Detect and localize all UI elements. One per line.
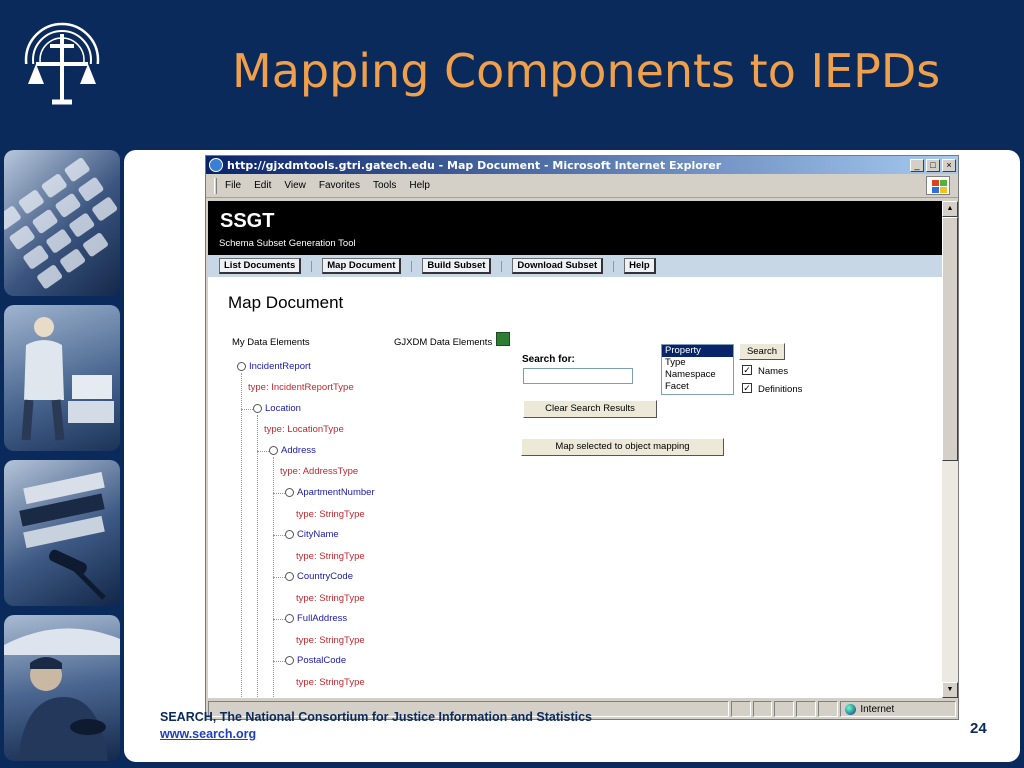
page-number: 24 (970, 720, 987, 737)
office-worker-photo (4, 305, 120, 451)
tree-connector (273, 619, 285, 620)
security-zone: Internet (840, 701, 957, 717)
tree-type-label: type: StringType (296, 635, 365, 646)
tree-connector (273, 577, 285, 578)
node-radio[interactable] (269, 446, 278, 455)
my-data-elements-label: My Data Elements (232, 337, 310, 348)
nav-bar: List Documents Map Document Build Subset… (208, 255, 942, 277)
node-radio[interactable] (285, 572, 294, 581)
globe-icon (845, 703, 857, 715)
nav-build-subset[interactable]: Build Subset (422, 258, 492, 274)
status-cell (774, 701, 795, 717)
status-cell (818, 701, 839, 717)
zone-label: Internet (860, 703, 895, 715)
map-selected-button[interactable]: Map selected to object mapping (521, 438, 724, 456)
menu-view[interactable]: View (284, 180, 306, 191)
browser-title: http://gjxdmtools.gtri.gatech.edu - Map … (227, 158, 722, 172)
ssgt-header: SSGT Schema Subset Generation Tool (208, 201, 942, 255)
search-label: Search for: (522, 354, 575, 365)
names-checkbox[interactable]: ✓ (742, 365, 752, 375)
toolbar-grip[interactable] (214, 177, 217, 194)
vertical-scrollbar[interactable]: ▲ ▼ (942, 201, 958, 698)
scroll-up-button[interactable]: ▲ (942, 201, 958, 217)
tree-connector (257, 451, 269, 452)
gjxdm-data-elements-label: GJXDM Data Elements (394, 337, 493, 348)
tree-node-incidentreport[interactable]: IncidentReport (237, 361, 311, 372)
tree-type-label: type: StringType (296, 509, 365, 520)
option-facet[interactable]: Facet (662, 381, 733, 393)
tree-node-apartmentnumber[interactable]: ApartmentNumber (285, 487, 375, 498)
maximize-button[interactable]: □ (926, 158, 940, 172)
menu-tools[interactable]: Tools (373, 180, 396, 191)
clear-search-results-button[interactable]: Clear Search Results (523, 400, 657, 418)
keyboard-photo (4, 150, 120, 296)
status-cell (796, 701, 817, 717)
page-viewport: SSGT Schema Subset Generation Tool List … (208, 201, 942, 698)
tree-node-location[interactable]: Location (253, 403, 301, 414)
tree-connector (273, 493, 285, 494)
app-subtitle: Schema Subset Generation Tool (219, 238, 356, 249)
option-property[interactable]: Property (662, 345, 733, 357)
option-namespace[interactable]: Namespace (662, 369, 733, 381)
search-input[interactable] (523, 368, 633, 384)
node-radio[interactable] (285, 656, 294, 665)
node-radio[interactable] (285, 488, 294, 497)
tree-type-label: type: StringType (296, 551, 365, 562)
tree-type-label: type: IncidentReportType (248, 382, 354, 393)
ie-icon (209, 158, 223, 172)
nav-help[interactable]: Help (624, 258, 656, 274)
nav-map-document[interactable]: Map Document (322, 258, 402, 274)
nav-download-subset[interactable]: Download Subset (512, 258, 604, 274)
tree-connector (273, 661, 285, 662)
tree-connector (241, 373, 242, 698)
node-radio[interactable] (253, 404, 262, 413)
footer-org: SEARCH, The National Consortium for Just… (160, 710, 592, 724)
tree-connector (273, 535, 285, 536)
footer-url[interactable]: www.search.org (160, 727, 256, 741)
search-logo-icon (22, 22, 102, 112)
tree-type-label: type: StringType (296, 677, 365, 688)
nav-list-documents[interactable]: List Documents (219, 258, 302, 274)
windows-logo-icon (926, 176, 950, 195)
node-radio[interactable] (285, 614, 294, 623)
tree-connector (257, 415, 258, 698)
tree-connector (241, 409, 253, 410)
search-button[interactable]: Search (739, 343, 785, 360)
menu-help[interactable]: Help (409, 180, 430, 191)
page-heading: Map Document (228, 293, 344, 312)
menubar: File Edit View Favorites Tools Help (206, 174, 958, 198)
menu-favorites[interactable]: Favorites (319, 180, 360, 191)
browser-window: http://gjxdmtools.gtri.gatech.edu - Map … (205, 155, 959, 720)
photo-strip (4, 150, 120, 762)
tree-node-postalcode[interactable]: PostalCode (285, 655, 346, 666)
scroll-down-button[interactable]: ▼ (942, 682, 958, 698)
books-gavel-photo (4, 460, 120, 606)
definitions-checkbox[interactable]: ✓ (742, 383, 752, 393)
excel-export-icon[interactable] (496, 332, 510, 346)
close-button[interactable]: × (942, 158, 956, 172)
status-cell (730, 701, 751, 717)
tree-type-label: type: LocationType (264, 424, 344, 435)
definitions-checkbox-label: Definitions (758, 384, 803, 395)
names-checkbox-label: Names (758, 366, 789, 377)
node-radio[interactable] (285, 530, 294, 539)
tree-node-countrycode[interactable]: CountryCode (285, 571, 353, 582)
minimize-button[interactable]: _ (910, 158, 924, 172)
status-cell (752, 701, 773, 717)
option-type[interactable]: Type (662, 357, 733, 369)
tree-node-address[interactable]: Address (269, 445, 316, 456)
scroll-thumb[interactable] (942, 217, 958, 461)
officer-in-car-photo (4, 615, 120, 761)
search-type-listbox[interactable]: Property Type Namespace Facet (661, 344, 734, 395)
slide-title: Mapping Components to IEPDs (232, 44, 941, 98)
menu-file[interactable]: File (225, 180, 241, 191)
tree-node-fulladdress[interactable]: FullAddress (285, 613, 347, 624)
tree-node-cityname[interactable]: CityName (285, 529, 339, 540)
tree-type-label: type: AddressType (280, 466, 359, 477)
browser-titlebar[interactable]: http://gjxdmtools.gtri.gatech.edu - Map … (206, 156, 958, 174)
app-name: SSGT (220, 210, 275, 232)
tree-type-label: type: StringType (296, 593, 365, 604)
node-radio[interactable] (237, 362, 246, 371)
menu-edit[interactable]: Edit (254, 180, 271, 191)
